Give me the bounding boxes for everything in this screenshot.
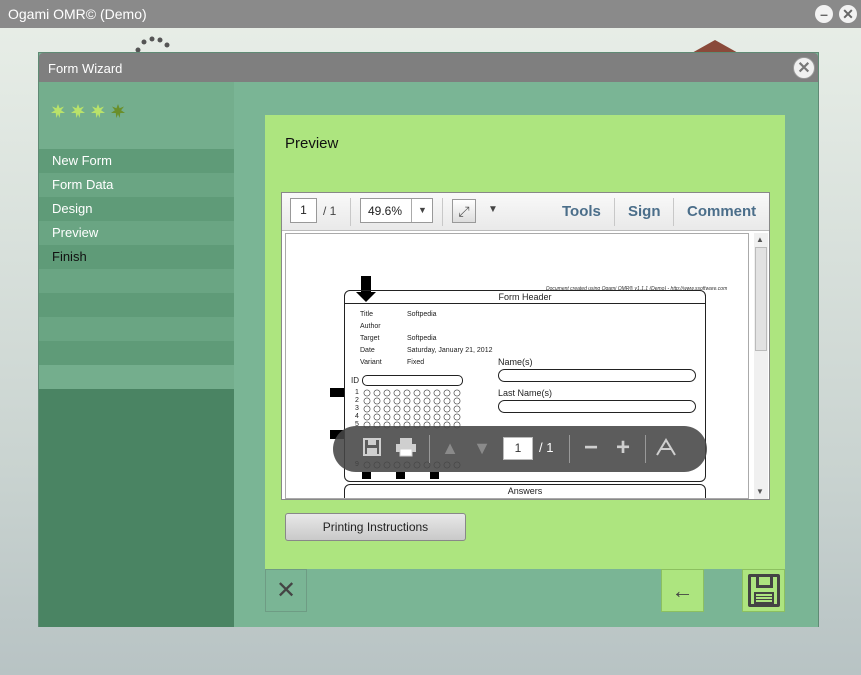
zoom-value: 49.6% [368, 204, 403, 218]
meta-key: Date [360, 347, 375, 354]
floating-page-input[interactable]: 1 [503, 437, 533, 460]
row-number: 3 [355, 405, 359, 412]
form-wizard-dialog: Form Wizard ✕ New Form Form Data Design … [38, 52, 819, 627]
floppy-disk-icon [748, 574, 780, 607]
vertical-scrollbar[interactable]: ▲ ▼ [754, 233, 768, 499]
save-icon[interactable] [361, 437, 383, 459]
wizard-titlebar: Form Wizard ✕ [39, 53, 818, 82]
preview-panel: Preview 1 / 1 49.6% ▼ ⤢ ▼ Tools Sign Com… [265, 115, 785, 569]
bubble-row [363, 389, 463, 397]
zoom-select[interactable]: 49.6% ▼ [360, 198, 433, 223]
tools-button[interactable]: Tools [562, 203, 601, 220]
page-total: / 1 [323, 204, 337, 218]
page-up-icon[interactable]: ▲ [439, 437, 461, 459]
timing-mark [430, 472, 439, 479]
sidebar-item-form-data[interactable]: Form Data [39, 173, 234, 197]
name-field [498, 369, 696, 382]
form-header-title: Form Header [345, 291, 705, 304]
lastname-field [498, 400, 696, 413]
app-close-button[interactable]: ✕ [839, 5, 857, 23]
scroll-down-icon[interactable]: ▼ [756, 487, 764, 496]
wizard-title: Form Wizard [48, 61, 123, 76]
name-label: Name(s) [498, 357, 533, 367]
zoom-out-icon[interactable]: − [580, 436, 602, 460]
row-number: 2 [355, 397, 359, 404]
fit-page-icon[interactable]: ⤢ [452, 199, 476, 223]
back-button[interactable]: ← [661, 569, 704, 612]
toolbar-divider [429, 435, 430, 463]
bubble-row [363, 405, 463, 413]
cancel-button[interactable]: ✕ [265, 569, 307, 612]
sign-button[interactable]: Sign [628, 203, 661, 220]
app-titlebar: Ogami OMR© (Demo) – ✕ [0, 0, 861, 28]
meta-key: Title [360, 311, 373, 318]
wizard-close-button[interactable]: ✕ [793, 57, 815, 79]
scroll-up-icon[interactable]: ▲ [756, 235, 764, 244]
sidebar-empty-row [39, 269, 234, 293]
minimize-button[interactable]: – [815, 5, 833, 23]
toolbar-divider [614, 198, 615, 226]
chevron-down-icon[interactable]: ▼ [411, 199, 433, 222]
sidebar-item-finish[interactable]: Finish [39, 245, 234, 269]
zoom-in-icon[interactable]: + [612, 436, 634, 460]
floating-reader-toolbar: ▲ ▼ 1 / 1 − + [333, 426, 707, 472]
step-star-icon [111, 104, 125, 118]
save-form-button[interactable] [742, 569, 785, 612]
step-star-icon [51, 104, 65, 118]
wizard-steps: New Form Form Data Design Preview Finish [39, 149, 234, 389]
bubble-row [363, 413, 463, 421]
bubble-row [363, 397, 463, 405]
meta-key: Target [360, 335, 380, 342]
toolbar-divider [442, 198, 443, 226]
sidebar-empty-row [39, 317, 234, 341]
step-star-icon [71, 104, 85, 118]
scrollbar-thumb[interactable] [755, 247, 767, 351]
sidebar-empty-row [39, 341, 234, 365]
more-options-icon[interactable]: ▼ [488, 204, 498, 215]
page-title: Preview [285, 135, 339, 152]
toolbar-divider [673, 198, 674, 226]
pdf-toolbar: 1 / 1 49.6% ▼ ⤢ ▼ Tools Sign Comment [282, 193, 769, 231]
meta-key: Variant [360, 359, 382, 366]
sidebar-item-preview[interactable]: Preview [39, 221, 234, 245]
print-icon[interactable] [395, 437, 417, 459]
sidebar-empty-row [39, 365, 234, 389]
toolbar-divider [569, 435, 570, 463]
progress-area [39, 82, 234, 149]
timing-mark [362, 472, 371, 479]
sidebar-empty-row [39, 293, 234, 317]
printing-instructions-button[interactable]: Printing Instructions [285, 513, 466, 541]
app-title: Ogami OMR© (Demo) [8, 6, 147, 22]
meta-value: Softpedia [407, 311, 437, 318]
timing-mark [330, 388, 344, 397]
progress-stars [51, 104, 125, 118]
wizard-content: Preview 1 / 1 49.6% ▼ ⤢ ▼ Tools Sign Com… [234, 82, 818, 627]
comment-button[interactable]: Comment [687, 203, 756, 220]
meta-key: Author [360, 323, 381, 330]
meta-value: Saturday, January 21, 2012 [407, 347, 493, 354]
step-star-icon [91, 104, 105, 118]
row-number: 1 [355, 389, 359, 396]
meta-value: Fixed [407, 359, 425, 366]
page-number-input[interactable]: 1 [290, 198, 317, 223]
timing-mark [396, 472, 405, 479]
sidebar-item-new-form[interactable]: New Form [39, 149, 234, 173]
sidebar-item-design[interactable]: Design [39, 197, 234, 221]
toolbar-divider [645, 435, 646, 463]
id-label: ID [351, 376, 359, 385]
acrobat-icon[interactable] [655, 437, 677, 459]
document-page: Document created using Ogami OMR® v1.1.1… [285, 233, 749, 499]
page-down-icon[interactable]: ▼ [471, 437, 493, 459]
toolbar-divider [350, 198, 351, 226]
wizard-sidebar: New Form Form Data Design Preview Finish [39, 82, 234, 627]
pdf-viewer: 1 / 1 49.6% ▼ ⤢ ▼ Tools Sign Comment Doc… [281, 192, 770, 500]
answers-box: Answers [344, 484, 706, 498]
meta-value: Softpedia [407, 335, 437, 342]
id-field [362, 375, 463, 386]
row-number: 4 [355, 413, 359, 420]
lastname-label: Last Name(s) [498, 388, 553, 398]
floating-page-total: / 1 [539, 440, 554, 455]
